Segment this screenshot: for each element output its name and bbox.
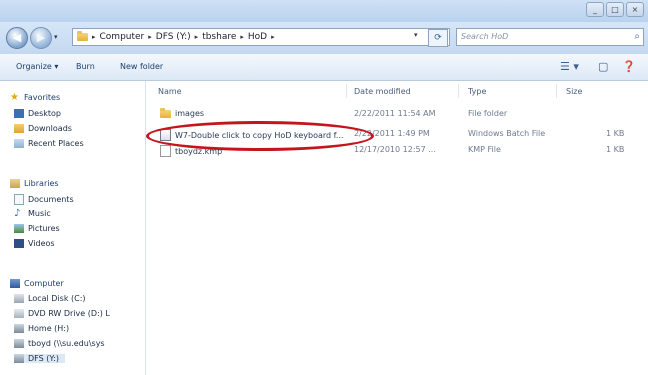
sidebar-item-videos[interactable]: Videos	[14, 239, 55, 248]
sidebar-item-label: Music	[28, 209, 51, 218]
documents-icon	[14, 194, 24, 205]
drive-icon	[14, 294, 24, 303]
downloads-icon	[14, 124, 24, 133]
file-type-cell: File folder	[468, 109, 508, 118]
sidebar-item-recent-places[interactable]: Recent Places	[14, 139, 84, 148]
minimize-button[interactable]: _	[586, 2, 604, 17]
burn-button[interactable]: Burn	[76, 62, 95, 71]
pictures-icon	[14, 224, 24, 233]
sidebar-item-tboyd[interactable]: tboyd (\\su.edu\sys	[14, 339, 105, 348]
forward-button[interactable]: ▶	[30, 27, 52, 49]
search-placeholder: Search HoD	[461, 32, 509, 41]
search-icon[interactable]: ⌕	[634, 29, 640, 45]
sidebar-item-label: Local Disk (C:)	[28, 294, 86, 303]
sidebar-favorites[interactable]: ★ Favorites	[10, 92, 61, 103]
help-icon[interactable]: ❓	[622, 60, 636, 73]
address-dropdown[interactable]: ▾	[414, 31, 418, 39]
column-header-date[interactable]: Date modified	[354, 87, 411, 96]
sidebar-item-home[interactable]: Home (H:)	[14, 324, 69, 333]
sidebar-item-label: Favorites	[24, 93, 61, 102]
file-type-cell: KMP File	[468, 145, 501, 154]
sidebar-item-label: Pictures	[28, 224, 60, 233]
sidebar-item-label: Documents	[28, 195, 74, 204]
network-drive-icon	[14, 354, 24, 363]
window-controls: _ □ ×	[586, 2, 644, 17]
videos-icon	[14, 239, 24, 248]
desktop-icon	[14, 109, 24, 118]
command-bar: Organize ▾ Burn New folder ☰ ▾ ▢ ❓	[0, 54, 648, 81]
sidebar-item-documents[interactable]: Documents	[14, 194, 74, 205]
sidebar-item-label: Recent Places	[28, 139, 84, 148]
refresh-button[interactable]: ⟳	[428, 29, 448, 47]
sidebar-item-label: Videos	[28, 239, 55, 248]
sidebar-item-label: Libraries	[24, 179, 59, 188]
breadcrumb-item[interactable]: tbshare	[202, 29, 236, 45]
explorer-window: _ □ × ◀ ▶ ▾ ▸ Computer ▸ DFS (Y:) ▸ tbsh…	[0, 0, 648, 375]
star-icon: ★	[10, 92, 19, 103]
sidebar-item-label: Home (H:)	[28, 324, 70, 333]
network-drive-icon	[14, 339, 24, 348]
breadcrumb-item[interactable]: DFS (Y:)	[156, 29, 191, 45]
sidebar-item-local-disk[interactable]: Local Disk (C:)	[14, 294, 86, 303]
refresh-icon: ⟳	[434, 33, 442, 43]
sidebar-item-label: Desktop	[28, 109, 61, 118]
navigation-pane: ★ Favorites Desktop Downloads Recent Pla…	[0, 81, 146, 375]
sidebar-item-music[interactable]: ♪ Music	[14, 208, 51, 219]
search-input[interactable]: Search HoD ⌕	[456, 28, 644, 46]
sidebar-item-label: DVD RW Drive (D:) L	[28, 309, 110, 318]
preview-pane-icon[interactable]: ▢	[598, 60, 608, 73]
highlight-oval	[146, 121, 374, 151]
folder-icon	[77, 31, 88, 41]
network-drive-icon	[14, 324, 24, 333]
dvd-drive-icon	[14, 309, 24, 318]
sidebar-item-label: tboyd (\\su.edu\sys	[28, 339, 105, 348]
sidebar-libraries[interactable]: Libraries	[10, 179, 59, 188]
column-header-name[interactable]: Name	[158, 87, 182, 96]
breadcrumb-item[interactable]: HoD	[248, 29, 267, 45]
column-header-size[interactable]: Size	[566, 87, 582, 96]
breadcrumb-item[interactable]: Computer	[100, 29, 145, 45]
sidebar-item-label: Computer	[24, 279, 64, 288]
organize-menu[interactable]: Organize ▾	[16, 62, 58, 71]
views-icon[interactable]: ☰ ▾	[560, 60, 579, 73]
sidebar-computer[interactable]: Computer	[10, 279, 64, 288]
history-dropdown[interactable]: ▾	[54, 33, 58, 41]
close-button[interactable]: ×	[626, 2, 644, 17]
sidebar-item-dvd-drive[interactable]: DVD RW Drive (D:) L	[14, 309, 110, 318]
kmp-file-icon	[160, 145, 171, 157]
address-bar[interactable]: ▸ Computer ▸ DFS (Y:) ▸ tbshare ▸ HoD ▸	[72, 28, 450, 46]
back-button[interactable]: ◀	[6, 27, 28, 49]
new-folder-button[interactable]: New folder	[120, 62, 163, 71]
column-header-type[interactable]: Type	[468, 87, 486, 96]
table-row[interactable]: images 2/22/2011 11:54 AM File folder	[150, 107, 640, 121]
file-size-cell: 1 KB	[606, 145, 625, 154]
sidebar-item-downloads[interactable]: Downloads	[14, 124, 72, 133]
back-arrow-icon: ◀	[12, 31, 22, 44]
maximize-button[interactable]: □	[606, 2, 624, 17]
sidebar-item-label: Downloads	[28, 124, 72, 133]
file-size-cell: 1 KB	[606, 129, 625, 138]
title-bar: _ □ ×	[0, 0, 648, 22]
address-row: ◀ ▶ ▾ ▸ Computer ▸ DFS (Y:) ▸ tbshare ▸ …	[0, 22, 648, 54]
sidebar-item-desktop[interactable]: Desktop	[14, 109, 61, 118]
file-date-cell: 12/17/2010 12:57 ...	[354, 145, 436, 154]
computer-icon	[10, 279, 20, 288]
forward-arrow-icon: ▶	[36, 31, 46, 44]
folder-icon	[160, 107, 171, 118]
file-name-cell: images	[160, 107, 204, 118]
music-icon: ♪	[14, 208, 21, 219]
sidebar-item-pictures[interactable]: Pictures	[14, 224, 60, 233]
sidebar-item-label: DFS (Y:)	[28, 354, 60, 363]
recent-places-icon	[14, 139, 24, 148]
file-type-cell: Windows Batch File	[468, 129, 546, 138]
sidebar-item-dfs[interactable]: DFS (Y:)	[14, 354, 66, 363]
file-date-cell: 2/22/2011 11:54 AM	[354, 109, 436, 118]
libraries-icon	[10, 179, 20, 188]
